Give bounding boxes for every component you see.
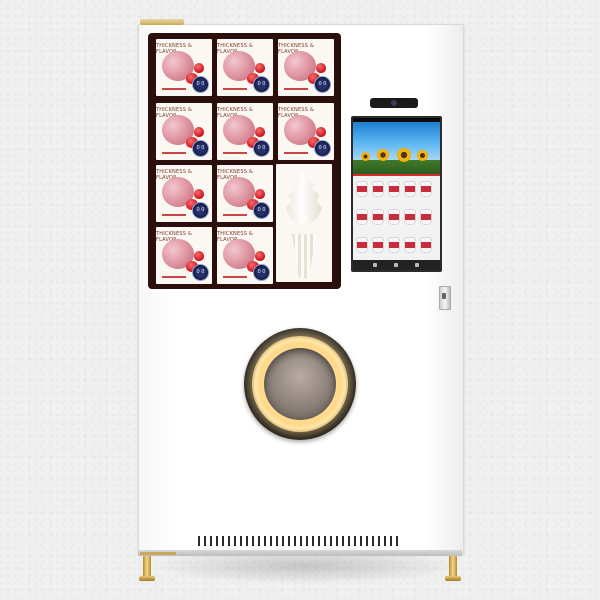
label-stripe — [162, 88, 186, 90]
sunflower-icon — [377, 149, 389, 161]
leveling-foot — [445, 556, 461, 581]
cup-icon[interactable] — [389, 238, 399, 252]
badge-icon: 0 0 — [253, 140, 270, 157]
strawberry-icon — [255, 189, 265, 199]
menu-icon[interactable] — [415, 263, 419, 267]
product-card[interactable]: THICKNESS & FLAVOR 0 0 — [278, 39, 334, 96]
screen-nav-bar — [353, 260, 440, 270]
badge-icon: 0 0 — [192, 76, 209, 93]
label-stripe — [162, 214, 186, 216]
product-card[interactable]: THICKNESS & FLAVOR 0 0 — [278, 103, 334, 160]
camera-icon — [370, 98, 418, 108]
badge-icon: 0 0 — [253, 202, 270, 219]
strawberry-icon — [194, 127, 204, 137]
back-icon[interactable] — [373, 263, 377, 267]
vent-grille-icon — [198, 536, 402, 546]
cup-icon[interactable] — [357, 238, 367, 252]
label-stripe — [284, 88, 308, 90]
product-card[interactable]: THICKNESS & FLAVOR 0 0 — [217, 103, 273, 160]
cup-icon[interactable] — [373, 210, 383, 224]
cone-icon — [292, 234, 316, 278]
cup-icon[interactable] — [421, 238, 431, 252]
badge-icon: 0 0 — [192, 202, 209, 219]
cup-icon[interactable] — [405, 182, 415, 196]
strawberry-icon — [255, 251, 265, 261]
cup-icon[interactable] — [405, 238, 415, 252]
product-card[interactable]: THICKNESS & FLAVOR 0 0 — [156, 39, 212, 96]
product-card[interactable]: THICKNESS & FLAVOR 0 0 — [156, 227, 212, 284]
touch-screen[interactable] — [351, 116, 442, 272]
label-stripe — [223, 88, 247, 90]
label-stripe — [284, 152, 308, 154]
cup-icon[interactable] — [405, 210, 415, 224]
badge-icon: 0 0 — [253, 264, 270, 281]
strawberry-icon — [194, 251, 204, 261]
strawberry-icon — [255, 63, 265, 73]
strawberry-icon — [194, 63, 204, 73]
label-stripe — [223, 276, 247, 278]
cup-icon[interactable] — [373, 238, 383, 252]
machine-base — [138, 550, 462, 556]
strawberry-icon — [316, 63, 326, 73]
dispenser-outlet-icon[interactable] — [264, 348, 336, 420]
base-trim — [140, 552, 176, 555]
product-card[interactable]: THICKNESS & FLAVOR 0 0 — [217, 39, 273, 96]
lock-icon[interactable] — [439, 286, 451, 310]
label-stripe — [162, 152, 186, 154]
sunflower-icon — [397, 148, 411, 162]
product-card[interactable]: THICKNESS & FLAVOR 0 0 — [217, 227, 273, 284]
badge-icon: 0 0 — [192, 140, 209, 157]
cup-icon[interactable] — [421, 182, 431, 196]
sunflower-icon — [361, 152, 370, 161]
product-card[interactable]: THICKNESS & FLAVOR 0 0 — [156, 165, 212, 222]
sunflower-icon — [417, 150, 428, 161]
badge-icon: 0 0 — [192, 264, 209, 281]
cup-icon[interactable] — [389, 210, 399, 224]
soft-serve-swirl-icon — [286, 170, 322, 224]
product-card[interactable]: THICKNESS & FLAVOR 0 0 — [217, 165, 273, 222]
home-icon[interactable] — [394, 263, 398, 267]
label-stripe — [162, 276, 186, 278]
label-stripe — [223, 152, 247, 154]
badge-icon: 0 0 — [314, 76, 331, 93]
cup-icon[interactable] — [389, 182, 399, 196]
cup-icon[interactable] — [373, 182, 383, 196]
badge-icon: 0 0 — [253, 76, 270, 93]
label-stripe — [223, 214, 247, 216]
strawberry-icon — [316, 127, 326, 137]
cup-icon[interactable] — [357, 182, 367, 196]
strawberry-icon — [194, 189, 204, 199]
product-card[interactable]: THICKNESS & FLAVOR 0 0 — [156, 103, 212, 160]
badge-icon: 0 0 — [314, 140, 331, 157]
cup-icon[interactable] — [357, 210, 367, 224]
soft-serve-card[interactable] — [276, 164, 332, 282]
cup-icon[interactable] — [421, 210, 431, 224]
strawberry-icon — [255, 127, 265, 137]
leveling-foot — [139, 556, 155, 581]
top-hinge — [140, 19, 184, 25]
screen-product-grid — [353, 176, 440, 260]
screen-banner-field — [353, 160, 440, 174]
